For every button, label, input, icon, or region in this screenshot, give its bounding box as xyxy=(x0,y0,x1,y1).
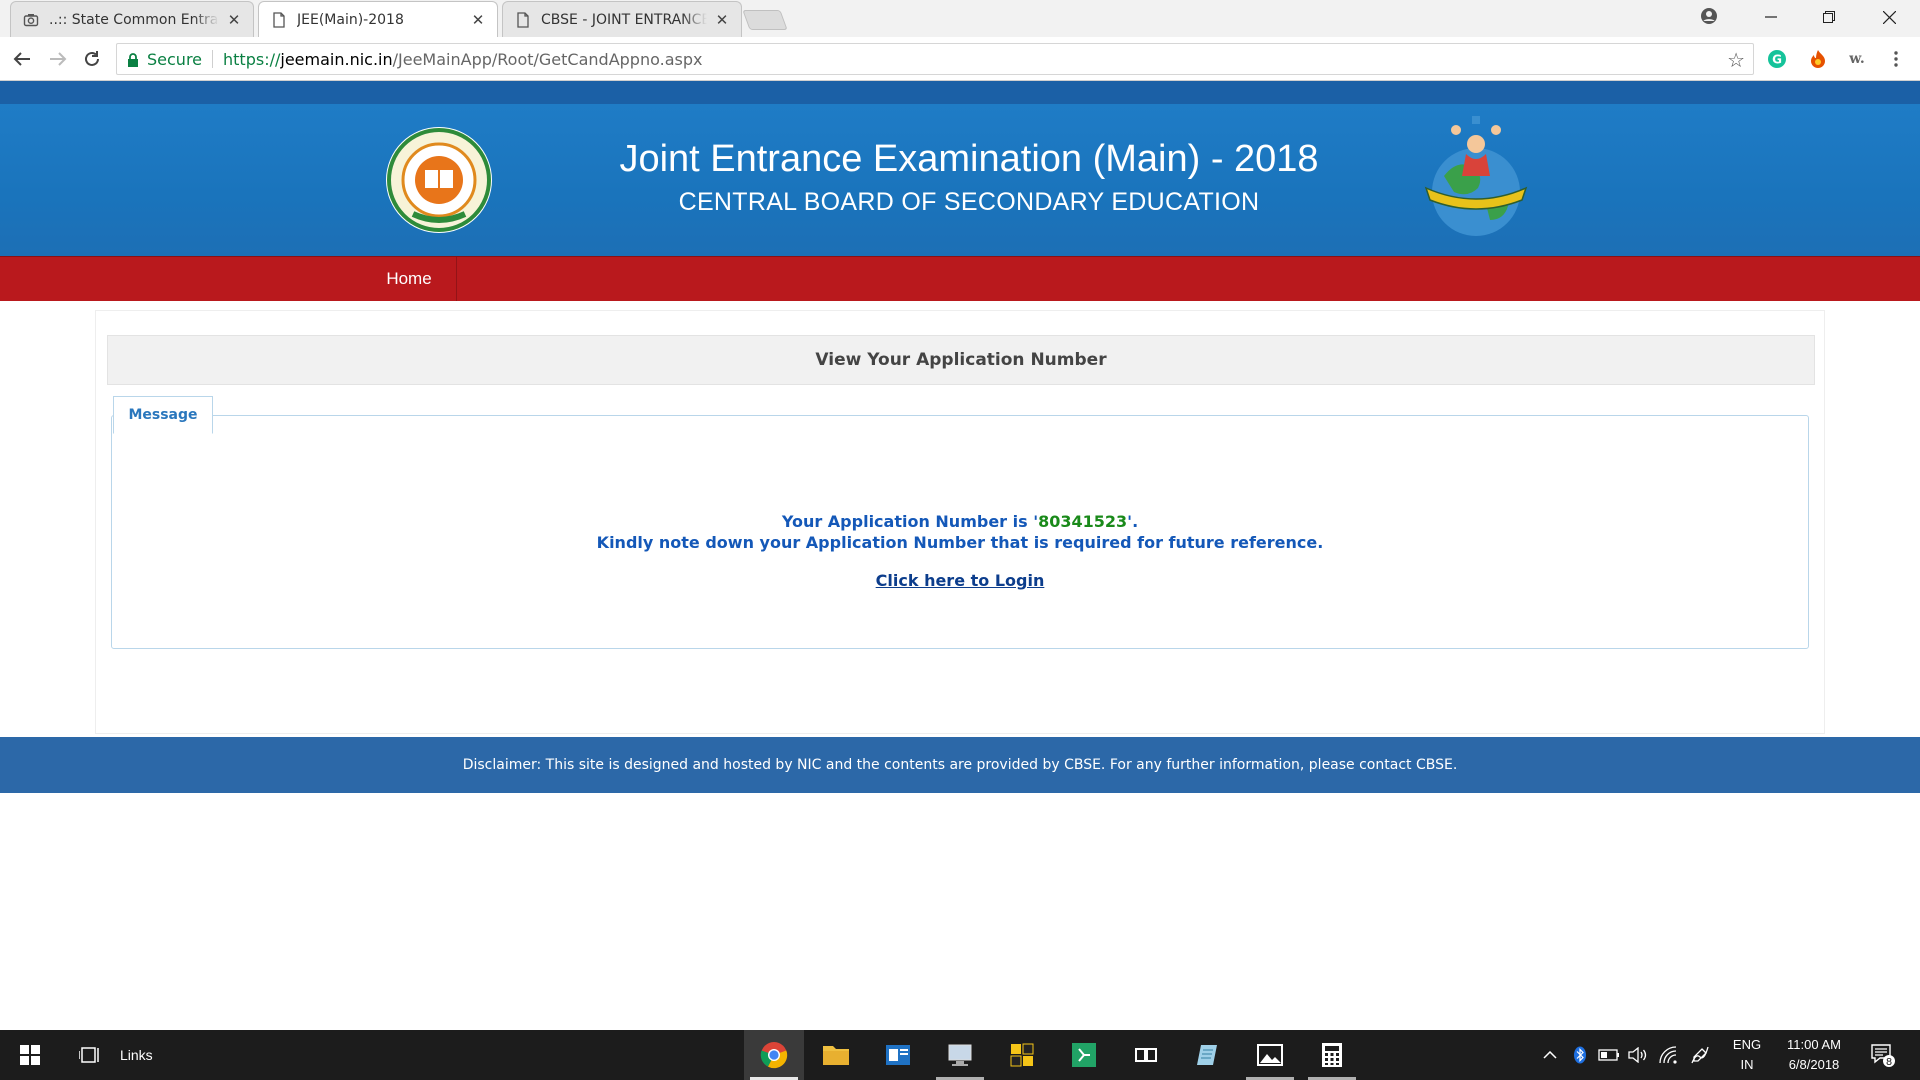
lock-icon xyxy=(127,52,139,67)
main-content: View Your Application Number Message You… xyxy=(95,310,1825,734)
restore-button[interactable] xyxy=(1800,0,1858,34)
notification-count: 8 xyxy=(1886,1057,1892,1068)
book-icon xyxy=(1135,1048,1157,1062)
bookmark-star-icon[interactable]: ☆ xyxy=(1727,48,1745,72)
app-number-prefix: Your Application Number is ' xyxy=(781,512,1039,531)
taskbar-sticky-app[interactable] xyxy=(992,1030,1052,1080)
mail-app-icon xyxy=(886,1045,910,1065)
input-language[interactable]: ENG IN xyxy=(1722,1030,1772,1080)
taskbar-photos[interactable] xyxy=(1240,1030,1300,1080)
battery-icon[interactable] xyxy=(1597,1030,1621,1080)
omnibox-divider xyxy=(212,50,214,68)
login-link-row: Click here to Login xyxy=(111,571,1809,590)
url-path: /JeeMainApp/Root/GetCandAppno.aspx xyxy=(392,49,703,69)
start-button[interactable] xyxy=(0,1030,60,1080)
word-extension-icon[interactable]: w. xyxy=(1845,47,1869,71)
chrome-menu-icon[interactable] xyxy=(1884,47,1908,71)
windows-logo-icon xyxy=(20,1045,40,1065)
fire-extension-icon[interactable] xyxy=(1806,47,1830,71)
tab-close-icon[interactable]: ✕ xyxy=(713,11,731,29)
tab-state-common-entrance[interactable]: ..:: State Common Entranc ✕ xyxy=(10,1,254,37)
new-tab-button[interactable] xyxy=(742,10,788,30)
address-bar[interactable]: Secure https://jeemain.nic.in/JeeMainApp… xyxy=(116,43,1754,75)
windows-taskbar: Links ENG IN 11:00 AM 6/8/2018 8 xyxy=(0,1030,1920,1080)
action-center-button[interactable]: 8 xyxy=(1862,1030,1904,1080)
task-view-icon xyxy=(79,1047,99,1063)
links-toolbar[interactable]: Links xyxy=(120,1030,153,1080)
calculator-icon xyxy=(1322,1043,1342,1067)
taskbar-spreadsheet-app[interactable] xyxy=(1054,1030,1114,1080)
clock-time: 11:00 AM xyxy=(1787,1037,1841,1052)
region-code: IN xyxy=(1740,1057,1754,1072)
volume-icon[interactable] xyxy=(1626,1030,1650,1080)
site-title: Joint Entrance Examination (Main) - 2018 xyxy=(619,138,1319,180)
taskbar-reader-app[interactable] xyxy=(1116,1030,1176,1080)
clock-date: 6/8/2018 xyxy=(1788,1057,1840,1072)
show-hidden-icons-chevron-icon[interactable] xyxy=(1538,1030,1562,1080)
browser-tab-strip: ..:: State Common Entranc ✕ JEE(Main)-20… xyxy=(0,0,1920,37)
taskbar-remote-desktop[interactable] xyxy=(930,1030,990,1080)
login-link[interactable]: Click here to Login xyxy=(876,571,1045,590)
url-host: jeemain.nic.in xyxy=(280,49,393,69)
folder-icon xyxy=(823,1046,849,1065)
taskbar-file-explorer[interactable] xyxy=(806,1030,866,1080)
footer-disclaimer: Disclaimer: This site is designed and ho… xyxy=(462,757,1458,773)
green-app-icon xyxy=(1072,1043,1096,1067)
tab-close-icon[interactable]: ✕ xyxy=(469,11,487,29)
taskbar-calculator[interactable] xyxy=(1302,1030,1362,1080)
clock[interactable]: 11:00 AM 6/8/2018 xyxy=(1774,1030,1854,1080)
site-footer: Disclaimer: This site is designed and ho… xyxy=(0,737,1920,793)
profile-icon[interactable] xyxy=(1698,5,1720,27)
site-nav-bar: Home xyxy=(0,256,1920,301)
site-subtitle: CENTRAL BOARD OF SECONDARY EDUCATION xyxy=(678,188,1260,216)
site-top-strip xyxy=(0,81,1920,104)
chrome-icon xyxy=(760,1042,788,1069)
message-body: Your Application Number is '80341523'. K… xyxy=(111,511,1809,553)
page-icon xyxy=(515,11,531,28)
tab-close-icon[interactable]: ✕ xyxy=(225,11,243,29)
url-scheme: https:// xyxy=(223,49,281,69)
app-number-suffix: '. xyxy=(1127,512,1139,531)
close-window-button[interactable] xyxy=(1860,0,1918,34)
notepad-icon xyxy=(1197,1045,1217,1065)
camera-icon xyxy=(23,12,39,28)
site-header-banner: Joint Entrance Examination (Main) - 2018… xyxy=(0,104,1920,256)
application-number: 80341523 xyxy=(1038,512,1128,531)
browser-toolbar: Secure https://jeemain.nic.in/JeeMainApp… xyxy=(0,37,1920,81)
reference-note: Kindly note down your Application Number… xyxy=(596,533,1324,552)
language-code: ENG xyxy=(1732,1037,1762,1052)
taskbar-notes-app[interactable] xyxy=(1178,1030,1238,1080)
grammarly-letter: G xyxy=(1772,53,1782,67)
reload-button[interactable] xyxy=(78,45,106,73)
page-title: View Your Application Number xyxy=(107,335,1815,385)
taskbar-outlook[interactable] xyxy=(868,1030,928,1080)
task-view-button[interactable] xyxy=(62,1030,118,1080)
wifi-icon[interactable] xyxy=(1656,1030,1680,1080)
tab-jee-main-2018[interactable]: JEE(Main)-2018 ✕ xyxy=(258,1,498,37)
monitor-icon xyxy=(948,1044,972,1066)
nav-home-link[interactable]: Home xyxy=(362,257,457,301)
bluetooth-icon[interactable] xyxy=(1568,1030,1592,1080)
message-tab[interactable]: Message xyxy=(113,396,213,434)
puzzle-app-icon xyxy=(1010,1043,1034,1067)
tab-cbse-joint-entrance[interactable]: CBSE - JOINT ENTRANCE ✕ xyxy=(502,1,742,37)
notification-icon: 8 xyxy=(1871,1044,1895,1068)
grammarly-extension-icon[interactable]: G xyxy=(1765,47,1789,71)
cbse-globe-mascot-logo xyxy=(1420,114,1532,250)
application-number-line: Your Application Number is '80341523'. xyxy=(111,511,1809,532)
page-icon xyxy=(271,11,287,28)
tab-title: JEE(Main)-2018 xyxy=(297,11,404,28)
minimize-button[interactable] xyxy=(1742,0,1800,34)
pen-ink-icon[interactable] xyxy=(1688,1030,1712,1080)
tab-title: ..:: State Common Entranc xyxy=(49,11,219,28)
taskbar-chrome[interactable] xyxy=(744,1030,804,1080)
forward-button[interactable] xyxy=(44,45,72,73)
tab-title: CBSE - JOINT ENTRANCE xyxy=(541,11,707,28)
back-button[interactable] xyxy=(8,45,36,73)
photos-icon xyxy=(1257,1044,1283,1066)
secure-label: Secure xyxy=(147,49,203,69)
